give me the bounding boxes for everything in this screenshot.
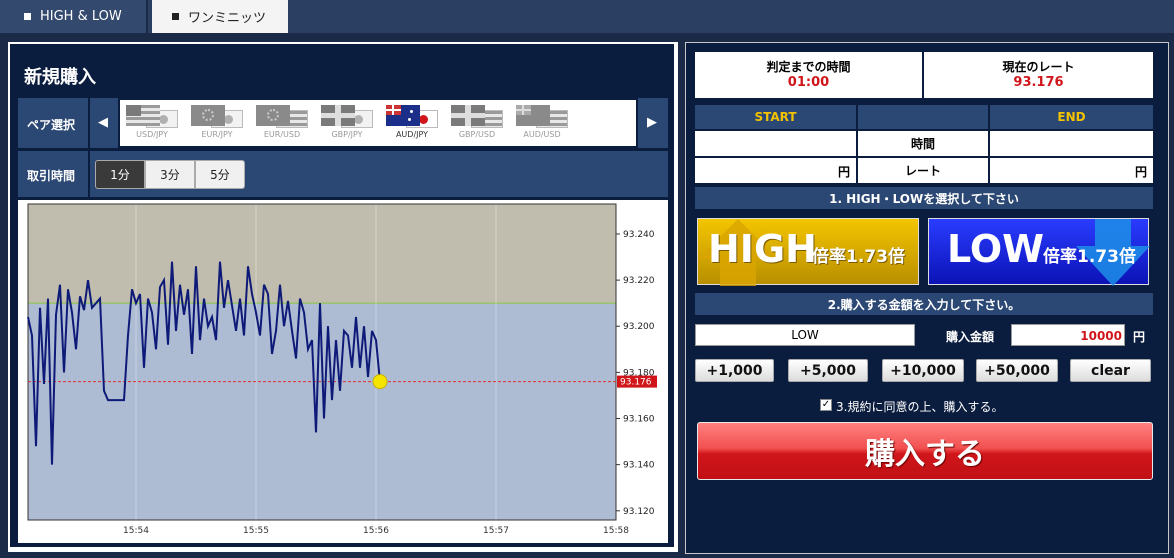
- low-payout: 倍率1.73倍: [1043, 247, 1136, 267]
- start-rate-cell: 円: [695, 158, 856, 183]
- high-button[interactable]: HIGH 倍率1.73倍: [697, 218, 919, 286]
- agree-text: 3.規約に同意の上、購入する。: [836, 400, 1004, 414]
- time-1min-button[interactable]: 1分: [95, 160, 145, 189]
- tab-label: ワンミニッツ: [188, 11, 267, 26]
- y-tick-label: 93.220: [623, 276, 655, 286]
- pair-carousel: USD/JPY EUR/JPY EUR/USD GBP/JPY AUD/JPY: [120, 100, 636, 146]
- y-tick-label: 93.240: [623, 230, 655, 240]
- x-tick-label: 15:56: [363, 526, 389, 536]
- tab-square-icon: [24, 13, 31, 20]
- pair-usdjpy[interactable]: USD/JPY: [122, 104, 182, 144]
- current-rate-value: 93.176: [1013, 75, 1064, 90]
- pair-audjpy[interactable]: AUD/JPY: [382, 104, 442, 144]
- amount-input[interactable]: 10000: [1011, 324, 1125, 346]
- time-to-judge-cell: 判定までの時間 01:00: [695, 52, 922, 98]
- time-5min-button[interactable]: 5分: [195, 160, 245, 189]
- page-title: 新規購入: [24, 67, 96, 88]
- pair-eurusd[interactable]: EUR/USD: [252, 104, 312, 144]
- eur-usd-flag-icon: [256, 104, 308, 128]
- time-row-label: 時間: [858, 131, 988, 156]
- pair-name: AUD/USD: [523, 130, 561, 139]
- pair-select-label: ペア選択: [27, 118, 76, 132]
- agree-checkbox[interactable]: ✓: [820, 399, 832, 411]
- aud-jpy-flag-icon: [386, 104, 438, 128]
- pair-gbpjpy[interactable]: GBP/JPY: [317, 104, 377, 144]
- step2-bar: 2.購入する金額を入力して下さい。: [695, 293, 1153, 315]
- end-rate-cell: 円: [990, 158, 1153, 183]
- current-price-marker: [372, 374, 388, 390]
- low-button[interactable]: LOW 倍率1.73倍: [928, 218, 1150, 286]
- gbp-jpy-flag-icon: [321, 104, 373, 128]
- gbp-usd-flag-icon: [451, 104, 503, 128]
- amount-label: 購入金額: [946, 330, 995, 344]
- pair-name: GBP/JPY: [331, 130, 363, 139]
- rate-row-label: レート: [858, 158, 988, 183]
- clear-amount-button[interactable]: clear: [1070, 359, 1151, 382]
- current-rate-label: 現在のレート: [1002, 60, 1075, 74]
- tab-square-icon: [172, 13, 179, 20]
- tab-label: HIGH & LOW: [40, 9, 122, 24]
- x-tick-label: 15:58: [603, 526, 629, 536]
- add-1000-button[interactable]: +1,000: [695, 359, 774, 382]
- current-rate-label: 93.176: [620, 378, 652, 388]
- end-time-cell: [990, 131, 1153, 156]
- end-header: END: [990, 105, 1153, 129]
- time-3min-button[interactable]: 3分: [145, 160, 195, 189]
- pair-eurjpy[interactable]: EUR/JPY: [187, 104, 247, 144]
- pair-gbpusd[interactable]: GBP/USD: [447, 104, 507, 144]
- y-tick-label: 93.140: [623, 461, 655, 471]
- right-arrow-icon: ▶: [647, 115, 657, 130]
- tab-one-minute[interactable]: ワンミニッツ: [152, 0, 288, 33]
- left-arrow-icon: ◀: [98, 115, 108, 130]
- amount-unit: 円: [1133, 330, 1146, 344]
- high-payout: 倍率1.73倍: [812, 247, 905, 267]
- selected-side-field: LOW: [695, 324, 915, 346]
- eur-jpy-flag-icon: [191, 104, 243, 128]
- trade-time-label: 取引時間: [27, 169, 76, 183]
- pair-name: EUR/JPY: [201, 130, 233, 139]
- start-header: START: [695, 105, 856, 129]
- low-word: LOW: [947, 227, 1045, 271]
- pair-audusd[interactable]: AUD/USD: [512, 104, 572, 144]
- pair-name: GBP/USD: [458, 130, 496, 139]
- add-50000-button[interactable]: +50,000: [976, 359, 1058, 382]
- upper-zone: [28, 204, 616, 304]
- pair-name: AUD/JPY: [395, 130, 429, 139]
- add-5000-button[interactable]: +5,000: [788, 359, 868, 382]
- start-time-cell: [695, 131, 856, 156]
- x-tick-label: 15:55: [243, 526, 269, 536]
- middle-header: [858, 105, 988, 129]
- high-word: HIGH: [708, 227, 817, 271]
- usd-jpy-flag-icon: [126, 104, 178, 128]
- y-tick-label: 93.120: [623, 507, 655, 517]
- tab-high-low[interactable]: HIGH & LOW: [0, 0, 148, 33]
- y-tick-label: 93.200: [623, 322, 655, 332]
- price-chart: 15:54 15:55 15:56 15:57 15:58 93.240 93.220 93.…: [18, 200, 668, 543]
- time-to-judge-value: 01:00: [787, 75, 830, 90]
- buy-button-label: 購入する: [865, 437, 985, 472]
- add-10000-button[interactable]: +10,000: [882, 359, 964, 382]
- x-tick-label: 15:54: [123, 526, 149, 536]
- y-tick-label: 93.160: [623, 415, 655, 425]
- buy-button[interactable]: 購入する: [697, 422, 1153, 480]
- time-to-judge-label: 判定までの時間: [766, 60, 851, 74]
- pair-name: USD/JPY: [136, 130, 168, 139]
- price-chart-svg: 15:54 15:55 15:56 15:57 15:58 93.240 93.220 93.…: [27, 203, 657, 536]
- aud-usd-flag-icon: [516, 104, 568, 128]
- x-tick-label: 15:57: [483, 526, 509, 536]
- current-rate-cell: 現在のレート 93.176: [924, 52, 1153, 98]
- pair-name: EUR/USD: [263, 130, 301, 139]
- step1-bar: 1. HIGH・LOWを選択して下さい: [695, 187, 1153, 209]
